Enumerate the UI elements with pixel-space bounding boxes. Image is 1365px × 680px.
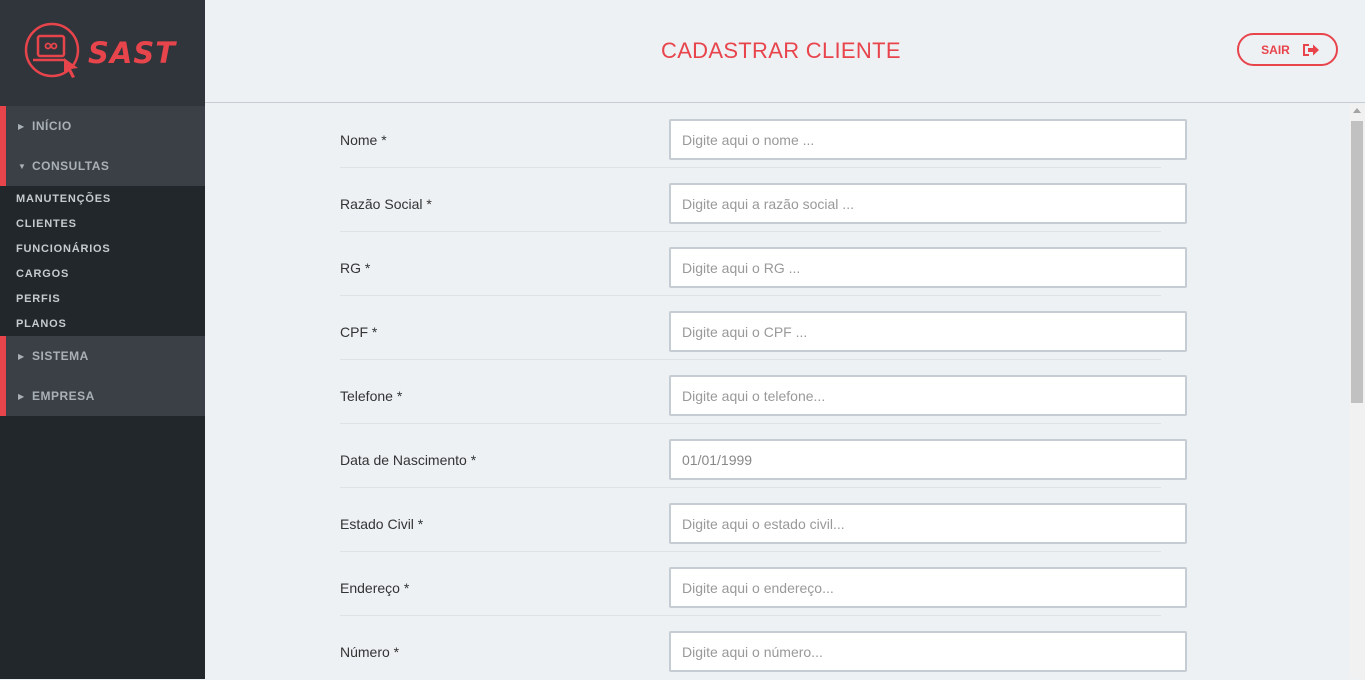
sidebar-section-sistema[interactable]: ▶ SISTEMA: [0, 336, 205, 376]
sidebar-item-funcionarios[interactable]: FUNCIONÁRIOS: [0, 236, 205, 261]
caret-right-icon: ▶: [18, 351, 25, 361]
field-label: Número *: [340, 644, 400, 660]
field-row-data-nascimento: Data de Nascimento *: [340, 424, 1187, 488]
field-label: Endereço *: [340, 580, 410, 596]
endereco-input[interactable]: [669, 567, 1187, 608]
brand-name: SAST: [88, 36, 176, 70]
field-row-cpf: CPF *: [340, 296, 1187, 360]
field-label: Estado Civil *: [340, 516, 424, 532]
scroll-thumb[interactable]: [1351, 121, 1363, 403]
laptop-cursor-icon: [24, 22, 80, 78]
field-label: CPF *: [340, 324, 378, 340]
sidebar-item-cargos[interactable]: CARGOS: [0, 261, 205, 286]
caret-right-icon: ▶: [18, 391, 25, 401]
field-row-rg: RG *: [340, 232, 1187, 296]
sidebar-item-planos[interactable]: PLANOS: [0, 311, 205, 336]
cpf-input[interactable]: [669, 311, 1187, 352]
field-row-nome: Nome *: [340, 104, 1187, 168]
field-label: Telefone *: [340, 388, 403, 404]
sign-out-icon: [1302, 43, 1319, 56]
numero-input[interactable]: [669, 631, 1187, 672]
field-label: Nome *: [340, 132, 387, 148]
sidebar-section-label: CONSULTAS: [32, 159, 110, 173]
logout-label: SAIR: [1261, 42, 1290, 57]
sidebar-section-inicio[interactable]: ▶ INÍCIO: [0, 106, 205, 146]
caret-right-icon: ▶: [18, 121, 25, 131]
sidebar: SAST ▶ INÍCIO ▼ CONSULTAS MANUTENÇÕES CL…: [0, 0, 205, 679]
razao-social-input[interactable]: [669, 183, 1187, 224]
nome-input[interactable]: [669, 119, 1187, 160]
caret-down-icon: ▼: [18, 161, 27, 171]
data-nascimento-input[interactable]: [669, 439, 1187, 480]
field-row-endereco: Endereço *: [340, 552, 1187, 616]
field-row-numero: Número *: [340, 616, 1187, 680]
sidebar-section-label: EMPRESA: [32, 389, 95, 403]
client-form: Nome * Razão Social * RG * CPF * Telefon…: [205, 104, 1349, 679]
telefone-input[interactable]: [669, 375, 1187, 416]
sidebar-section-empresa[interactable]: ▶ EMPRESA: [0, 376, 205, 416]
field-row-estado-civil: Estado Civil *: [340, 488, 1187, 552]
sidebar-item-clientes[interactable]: CLIENTES: [0, 211, 205, 236]
sidebar-item-perfis[interactable]: PERFIS: [0, 286, 205, 311]
rg-input[interactable]: [669, 247, 1187, 288]
field-label: Razão Social *: [340, 196, 432, 212]
estado-civil-input[interactable]: [669, 503, 1187, 544]
field-label: RG *: [340, 260, 371, 276]
field-label: Data de Nascimento *: [340, 452, 477, 468]
page-header: CADASTRAR CLIENTE SAIR: [205, 0, 1365, 103]
sidebar-section-label: SISTEMA: [32, 349, 89, 363]
field-row-telefone: Telefone *: [340, 360, 1187, 424]
sidebar-item-manutencoes[interactable]: MANUTENÇÕES: [0, 186, 205, 211]
sidebar-section-consultas[interactable]: ▼ CONSULTAS: [0, 146, 205, 186]
logo[interactable]: SAST: [0, 0, 205, 106]
sidebar-section-label: INÍCIO: [32, 119, 72, 133]
scroll-up-arrow-icon[interactable]: [1353, 108, 1361, 113]
logout-button[interactable]: SAIR: [1237, 33, 1338, 66]
field-row-razao-social: Razão Social *: [340, 168, 1187, 232]
page-title: CADASTRAR CLIENTE: [661, 38, 901, 63]
vertical-scrollbar[interactable]: [1349, 104, 1365, 679]
